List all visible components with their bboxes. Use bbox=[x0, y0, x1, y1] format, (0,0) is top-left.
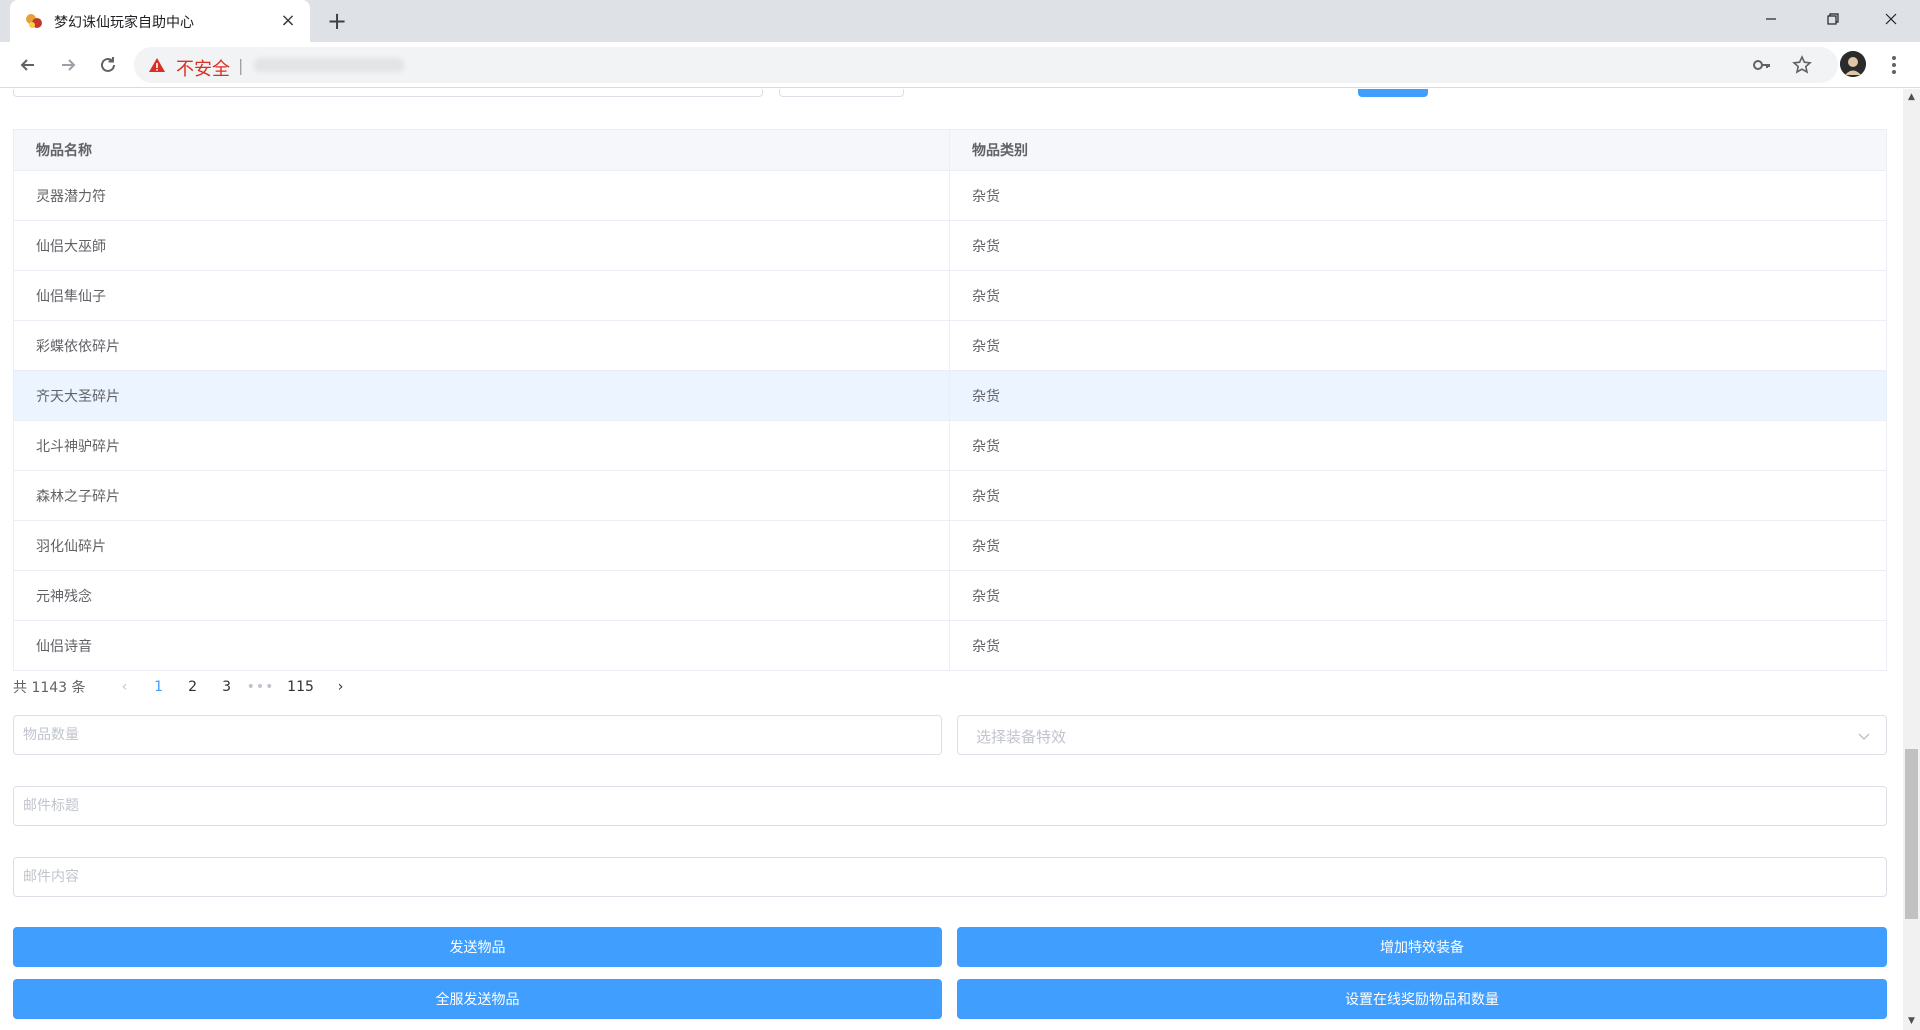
add-effect-equipment-button[interactable]: 增加特效装备 bbox=[957, 927, 1887, 967]
item-name-cell: 仙侣隼仙子 bbox=[14, 271, 950, 320]
table-row[interactable]: 元神残念 杂货 bbox=[14, 570, 1886, 620]
table-row[interactable]: 彩蝶依依碎片 杂货 bbox=[14, 320, 1886, 370]
category-select-partial[interactable] bbox=[779, 89, 904, 97]
browser-tab[interactable]: 梦幻诛仙玩家自助中心 × bbox=[10, 0, 310, 42]
table-row[interactable]: 羽化仙碎片 杂货 bbox=[14, 520, 1886, 570]
item-table: 物品名称 物品类别 灵器潜力符 杂货 仙侣大巫師 杂货 仙侣隼仙子 杂货 彩蝶依… bbox=[13, 129, 1887, 671]
item-category-cell: 杂货 bbox=[972, 588, 1000, 605]
browser-tabstrip: 梦幻诛仙玩家自助中心 × + bbox=[0, 0, 1920, 42]
item-name-cell: 元神残念 bbox=[14, 571, 950, 620]
scroll-down-icon[interactable]: ▼ bbox=[1903, 1013, 1920, 1030]
set-online-reward-button[interactable]: 设置在线奖励物品和数量 bbox=[957, 979, 1887, 1019]
mail-title-input[interactable] bbox=[13, 786, 1887, 826]
table-row[interactable]: 灵器潜力符 杂货 bbox=[14, 170, 1886, 220]
restore-icon[interactable] bbox=[1822, 8, 1844, 30]
item-name-cell: 灵器潜力符 bbox=[14, 171, 950, 220]
item-category-cell: 杂货 bbox=[972, 188, 1000, 205]
table-row[interactable]: 森林之子碎片 杂货 bbox=[14, 470, 1886, 520]
table-header: 物品名称 物品类别 bbox=[14, 130, 1886, 170]
page-viewport: 物品名称 物品类别 灵器潜力符 杂货 仙侣大巫師 杂货 仙侣隼仙子 杂货 彩蝶依… bbox=[0, 89, 1903, 1030]
search-input-partial[interactable] bbox=[13, 89, 763, 97]
profile-avatar[interactable] bbox=[1840, 51, 1866, 77]
warning-triangle-icon bbox=[148, 56, 166, 74]
more-pages-icon[interactable]: ••• bbox=[244, 679, 278, 695]
page-scrollbar[interactable]: ▲ ▼ bbox=[1903, 89, 1920, 1030]
scroll-up-icon[interactable]: ▲ bbox=[1903, 89, 1920, 106]
blurred-url bbox=[254, 58, 404, 72]
pagination-total: 共 1143 条 bbox=[13, 680, 86, 696]
tab-title: 梦幻诛仙玩家自助中心 bbox=[54, 15, 194, 31]
table-row[interactable]: 仙侣隼仙子 杂货 bbox=[14, 270, 1886, 320]
item-category-cell: 杂货 bbox=[972, 338, 1000, 355]
column-header-item-category: 物品类别 bbox=[972, 143, 1028, 159]
item-name-cell: 森林之子碎片 bbox=[14, 471, 950, 520]
item-name-cell: 彩蝶依依碎片 bbox=[14, 321, 950, 370]
game-favicon-icon bbox=[24, 11, 44, 31]
equipment-effect-select[interactable]: 选择装备特效 bbox=[957, 715, 1887, 755]
effect-select-placeholder: 选择装备特效 bbox=[976, 728, 1067, 746]
item-name-cell: 羽化仙碎片 bbox=[14, 521, 950, 570]
item-category-cell: 杂货 bbox=[972, 438, 1000, 455]
scrollbar-thumb[interactable] bbox=[1905, 749, 1918, 919]
item-name-cell: 仙侣诗音 bbox=[14, 621, 950, 670]
url-separator: | bbox=[238, 56, 244, 75]
table-row[interactable]: 北斗神驴碎片 杂货 bbox=[14, 420, 1886, 470]
send-all-servers-button[interactable]: 全服发送物品 bbox=[13, 979, 942, 1019]
search-button-partial[interactable] bbox=[1358, 89, 1428, 97]
table-row[interactable]: 仙侣大巫師 杂货 bbox=[14, 220, 1886, 270]
forward-arrow-icon[interactable] bbox=[54, 51, 82, 79]
item-name-cell: 齐天大圣碎片 bbox=[14, 371, 950, 420]
browser-toolbar: 不安全 | bbox=[0, 42, 1920, 88]
close-window-icon[interactable] bbox=[1880, 8, 1902, 30]
send-item-button[interactable]: 发送物品 bbox=[13, 927, 942, 967]
page-last[interactable]: 115 bbox=[278, 679, 324, 695]
mail-content-input[interactable] bbox=[13, 857, 1887, 897]
item-category-cell: 杂货 bbox=[972, 288, 1000, 305]
prev-page-icon[interactable]: ‹ bbox=[108, 679, 142, 695]
item-category-cell: 杂货 bbox=[972, 388, 1000, 405]
address-bar[interactable]: 不安全 | bbox=[134, 47, 1838, 83]
back-arrow-icon[interactable] bbox=[14, 51, 42, 79]
item-quantity-input[interactable] bbox=[13, 715, 942, 755]
next-page-icon[interactable]: › bbox=[324, 679, 358, 695]
table-row[interactable]: 仙侣诗音 杂货 bbox=[14, 620, 1886, 670]
table-row-hovered[interactable]: 齐天大圣碎片 杂货 bbox=[14, 370, 1886, 420]
reload-icon[interactable] bbox=[94, 51, 122, 79]
key-icon[interactable] bbox=[1752, 55, 1772, 75]
item-category-cell: 杂货 bbox=[972, 238, 1000, 255]
browser-menu-icon[interactable] bbox=[1884, 53, 1904, 77]
item-name-cell: 仙侣大巫師 bbox=[14, 221, 950, 270]
page-3[interactable]: 3 bbox=[210, 679, 244, 695]
column-header-item-name: 物品名称 bbox=[14, 130, 950, 170]
item-category-cell: 杂货 bbox=[972, 488, 1000, 505]
page-2[interactable]: 2 bbox=[176, 679, 210, 695]
new-tab-icon[interactable]: + bbox=[324, 9, 350, 35]
not-secure-label[interactable]: 不安全 bbox=[176, 55, 230, 81]
pagination: 共 1143 条 ‹ 1 2 3 ••• 115 › bbox=[13, 675, 358, 699]
page-1[interactable]: 1 bbox=[142, 679, 176, 695]
item-name-cell: 北斗神驴碎片 bbox=[14, 421, 950, 470]
tab-close-icon[interactable]: × bbox=[278, 11, 298, 31]
item-category-cell: 杂货 bbox=[972, 538, 1000, 555]
minimize-icon[interactable] bbox=[1760, 8, 1782, 30]
chevron-down-icon bbox=[1856, 728, 1872, 744]
bookmark-star-icon[interactable] bbox=[1792, 55, 1812, 75]
item-category-cell: 杂货 bbox=[972, 638, 1000, 655]
